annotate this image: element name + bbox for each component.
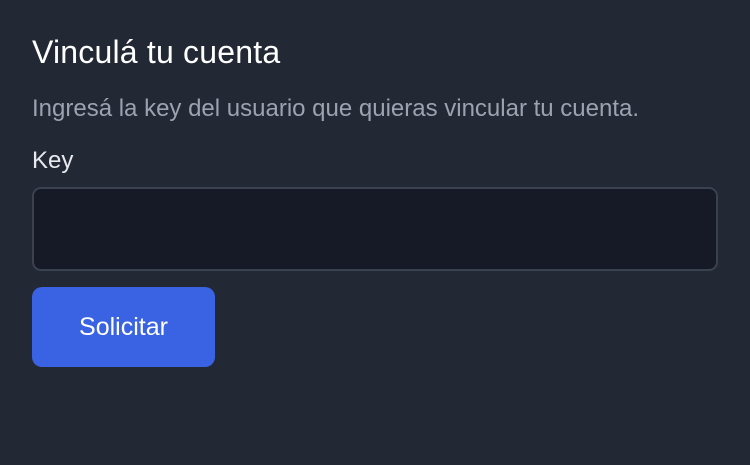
page-description: Ingresá la key del usuario que quieras v… bbox=[32, 95, 640, 122]
key-field-label: Key bbox=[32, 147, 74, 174]
page-title: Vinculá tu cuenta bbox=[32, 34, 281, 70]
link-account-panel: Vinculá tu cuenta Ingresá la key del usu… bbox=[0, 0, 750, 465]
key-input[interactable] bbox=[32, 187, 718, 271]
submit-button[interactable]: Solicitar bbox=[32, 287, 215, 367]
